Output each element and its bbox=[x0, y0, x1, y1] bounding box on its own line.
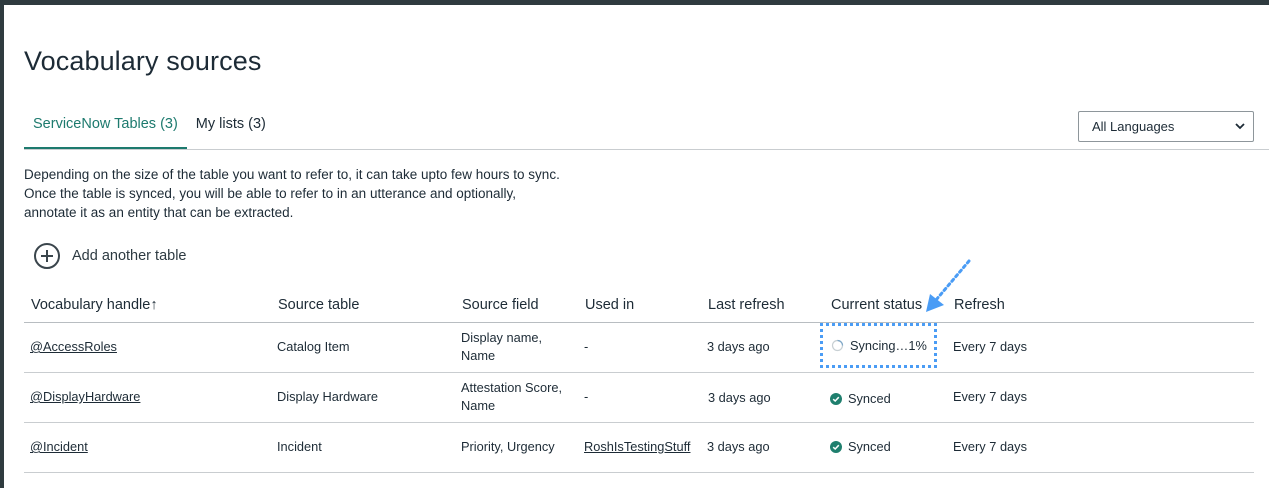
vocabulary-handle-link[interactable]: @AccessRoles bbox=[30, 338, 117, 356]
refresh-cell: Every 7 days bbox=[953, 439, 1027, 454]
status-synced: Synced bbox=[830, 390, 891, 408]
language-select-value: All Languages bbox=[1092, 119, 1175, 134]
source-field-cell-line2: Name bbox=[461, 398, 496, 413]
refresh-cell: Every 7 days bbox=[953, 339, 1027, 354]
check-circle-icon bbox=[830, 393, 842, 405]
window-left-edge bbox=[0, 0, 4, 488]
source-table-cell: Incident bbox=[277, 439, 322, 454]
description-text: Depending on the size of the table you w… bbox=[24, 167, 560, 220]
column-header-source-field: Source field bbox=[462, 297, 539, 313]
tab-bar: ServiceNow Tables (3) My lists (3) bbox=[24, 112, 275, 150]
vocabulary-handle-link[interactable]: @Incident bbox=[30, 438, 88, 456]
used-in-cell: - bbox=[584, 339, 589, 354]
tab-servicenow-tables[interactable]: ServiceNow Tables (3) bbox=[24, 112, 187, 150]
source-field-cell: Display name, bbox=[461, 330, 543, 345]
column-header-current-status: Current status bbox=[831, 297, 923, 313]
last-refresh-cell: 3 days ago bbox=[707, 339, 770, 354]
sort-ascending-icon: ↑ bbox=[150, 297, 158, 313]
status-syncing-highlight: Syncing…1% bbox=[820, 323, 937, 368]
status-syncing-text: Syncing…1% bbox=[850, 338, 927, 353]
tabs-divider bbox=[24, 149, 1269, 150]
status-synced-text: Synced bbox=[848, 391, 891, 406]
check-circle-icon bbox=[830, 441, 842, 453]
page-title: Vocabulary sources bbox=[24, 46, 262, 76]
last-refresh-cell: 3 days ago bbox=[707, 439, 770, 454]
loading-spinner-icon bbox=[831, 339, 844, 352]
source-table-cell: Catalog Item bbox=[277, 339, 350, 354]
tab-my-lists[interactable]: My lists (3) bbox=[187, 112, 275, 150]
column-header-last-refresh: Last refresh bbox=[708, 297, 785, 313]
used-in-cell: - bbox=[584, 389, 589, 404]
source-table-cell: Display Hardware bbox=[277, 389, 378, 404]
column-header-source-table: Source table bbox=[278, 297, 360, 313]
source-field-cell: Attestation Score, bbox=[461, 380, 563, 395]
last-refresh-cell: 3 days ago bbox=[708, 390, 771, 405]
column-header-used-in: Used in bbox=[585, 297, 635, 313]
refresh-cell: Every 7 days bbox=[953, 389, 1027, 404]
column-header-vocabulary-handle[interactable]: Vocabulary handle↑ bbox=[31, 297, 158, 313]
status-synced-text: Synced bbox=[848, 439, 891, 454]
source-field-cell: Priority, Urgency bbox=[461, 439, 555, 454]
annotation-arrow-icon bbox=[926, 259, 971, 312]
plus-circle-icon bbox=[34, 243, 60, 269]
status-synced: Synced bbox=[830, 438, 891, 456]
add-another-table-label: Add another table bbox=[72, 248, 187, 264]
row-divider bbox=[24, 372, 1254, 373]
table-header-divider bbox=[24, 322, 1254, 323]
chevron-down-icon bbox=[1235, 123, 1245, 130]
vocabulary-handle-link[interactable]: @DisplayHardware bbox=[30, 388, 140, 406]
row-divider bbox=[24, 472, 1254, 473]
source-field-cell-line2: Name bbox=[461, 348, 496, 363]
window-top-bar bbox=[0, 0, 1269, 5]
add-another-table-button[interactable]: Add another table bbox=[33, 242, 186, 270]
language-select[interactable]: All Languages bbox=[1078, 111, 1254, 142]
row-divider bbox=[24, 422, 1254, 423]
used-in-link[interactable]: RoshIsTestingStuff bbox=[584, 438, 690, 456]
